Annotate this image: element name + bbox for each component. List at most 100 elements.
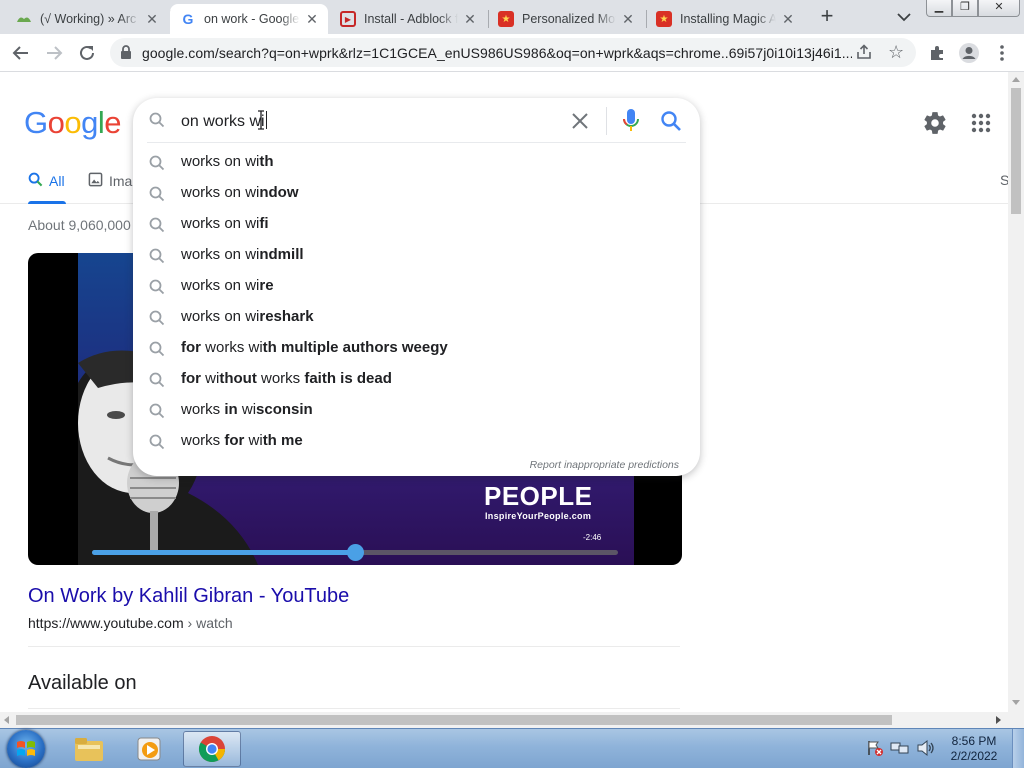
video-progress-handle[interactable] (347, 544, 364, 561)
suggestion-typed: wi (244, 432, 263, 449)
tab-title: Installing Magic A (680, 12, 776, 26)
tab-google-search[interactable]: G on work - Google S ✕ (170, 4, 328, 34)
autocomplete-suggestions: works on with works on window works on wif… (133, 147, 700, 457)
volume-speaker-icon[interactable] (916, 739, 936, 757)
tab-search-chevron-icon[interactable] (894, 9, 914, 25)
google-logo[interactable]: Google (24, 105, 122, 141)
tab-close-icon[interactable]: ✕ (462, 11, 478, 27)
suggestion-item[interactable]: works on wireshark (133, 302, 700, 333)
tab-close-icon[interactable]: ✕ (620, 11, 636, 27)
suggestion-item[interactable]: works for with me (133, 426, 700, 457)
leaf-favicon-icon (16, 11, 32, 27)
search-icon (149, 403, 165, 424)
forward-arrow-icon[interactable] (43, 42, 65, 64)
suggestion-completion: thout (219, 370, 257, 387)
back-arrow-icon[interactable] (10, 42, 32, 64)
tab-close-icon[interactable]: ✕ (304, 11, 320, 27)
tab-arc[interactable]: (√ Working) » Arc ✕ (6, 4, 168, 34)
suggestion-completion: ndmill (259, 246, 304, 263)
report-predictions-link[interactable]: Report inappropriate predictions (530, 459, 679, 471)
horizontal-scrollbar[interactable] (0, 712, 1008, 728)
google-apps-grid-icon[interactable] (970, 112, 992, 134)
minimize-button[interactable]: ▁ (926, 0, 952, 17)
suggestion-text: for without works faith is dead (181, 370, 392, 387)
chrome-icon (198, 736, 226, 763)
address-url-text[interactable]: google.com/search?q=on+wprk&rlz=1C1GCEA_… (142, 45, 852, 61)
suggestion-item[interactable]: works on window (133, 178, 700, 209)
search-icon (28, 172, 43, 190)
tab-close-icon[interactable]: ✕ (144, 11, 160, 27)
divider (606, 107, 607, 135)
network-icon[interactable] (890, 739, 910, 757)
suggestion-item[interactable]: for without works faith is dead (133, 364, 700, 395)
tools-tab-partial[interactable]: S (1000, 172, 1008, 188)
suggestion-typed: works wi (201, 339, 263, 356)
search-submit-icon[interactable] (659, 109, 683, 133)
search-icon (149, 434, 165, 455)
video-progress-track[interactable] (92, 544, 618, 561)
scroll-left-arrow-icon[interactable] (4, 716, 9, 724)
suggestion-typed: works on wi (181, 153, 260, 170)
tab-adblock[interactable]: ▶ Install - Adblock f ✕ (330, 4, 486, 34)
suggestion-item[interactable]: works in wisconsin (133, 395, 700, 426)
suggestion-typed: works on wi (181, 215, 260, 232)
search-icon (149, 186, 165, 207)
close-window-button[interactable]: ✕ (978, 0, 1020, 17)
address-bar[interactable]: google.com/search?q=on+wprk&rlz=1C1GCEA_… (110, 38, 916, 67)
voice-search-mic-icon[interactable] (621, 108, 641, 134)
action-center-flag-icon[interactable] (866, 739, 884, 757)
suggestion-text: works in wisconsin (181, 401, 313, 418)
vertical-scroll-thumb[interactable] (1011, 88, 1021, 214)
scroll-down-arrow-icon[interactable] (1012, 700, 1020, 705)
suggestion-completion: reshark (259, 308, 314, 325)
tab-title: on work - Google S (204, 12, 300, 26)
tab-installing-magic[interactable]: ★ Installing Magic A ✕ (646, 4, 804, 34)
tab-all[interactable]: All (28, 172, 65, 190)
suggestion-item[interactable]: works on with (133, 147, 700, 178)
suggestion-text: works on wireshark (181, 308, 314, 325)
profile-avatar-icon[interactable] (958, 42, 980, 64)
vertical-scrollbar[interactable] (1008, 72, 1024, 712)
suggestion-item[interactable]: works on wire (133, 271, 700, 302)
show-desktop-button[interactable] (1012, 729, 1024, 768)
clock-time: 8:56 PM (951, 734, 997, 748)
result-title-link[interactable]: On Work by Kahlil Gibran - YouTube (28, 585, 349, 608)
suggestion-completion: in (224, 401, 238, 418)
scroll-up-arrow-icon[interactable] (1012, 77, 1020, 82)
reload-icon[interactable] (76, 42, 98, 64)
result-url[interactable]: https://www.youtube.com › watch (28, 615, 233, 631)
suggestion-item[interactable]: works on wifi (133, 209, 700, 240)
bookmark-star-icon[interactable]: ☆ (888, 43, 904, 61)
tab-personalized-movies[interactable]: ★ Personalized Mov ✕ (488, 4, 644, 34)
mouse-ibeam-cursor-icon (258, 110, 264, 130)
image-icon (88, 172, 103, 190)
result-url-crumb: › watch (183, 615, 233, 631)
extensions-puzzle-icon[interactable] (926, 42, 948, 64)
suggestion-typed: works (256, 370, 305, 387)
video-time-remaining: -2:46 (583, 533, 602, 542)
search-input[interactable]: on works wi (181, 111, 267, 131)
suggestion-typed: wi (201, 370, 220, 387)
video-overlay-title: PEOPLE (484, 481, 593, 511)
share-icon[interactable] (856, 44, 872, 65)
lock-icon[interactable] (120, 45, 132, 64)
suggestion-item[interactable]: for works with multiple authors weegy (133, 333, 700, 364)
horizontal-scroll-thumb[interactable] (16, 715, 892, 725)
logo-letter: o (64, 105, 82, 140)
scroll-right-arrow-icon[interactable] (996, 716, 1001, 724)
video-progress-fill (92, 550, 355, 555)
restore-button[interactable]: ❐ (952, 0, 978, 17)
new-tab-button[interactable]: + (816, 5, 838, 28)
browser-menu-kebab-icon[interactable] (991, 42, 1013, 64)
start-button[interactable] (7, 730, 45, 768)
clear-search-icon[interactable] (569, 110, 591, 132)
suggestion-item[interactable]: works on windmill (133, 240, 700, 271)
settings-gear-icon[interactable] (922, 110, 948, 136)
system-clock[interactable]: 8:56 PM 2/2/2022 (944, 734, 1004, 764)
tab-images[interactable]: Ima (88, 172, 132, 190)
taskbar-chrome[interactable] (183, 731, 241, 767)
taskbar-media-player[interactable] (121, 731, 179, 767)
taskbar-explorer[interactable] (60, 731, 118, 767)
tab-close-icon[interactable]: ✕ (780, 11, 796, 27)
suggestion-typed: works on wi (181, 184, 260, 201)
